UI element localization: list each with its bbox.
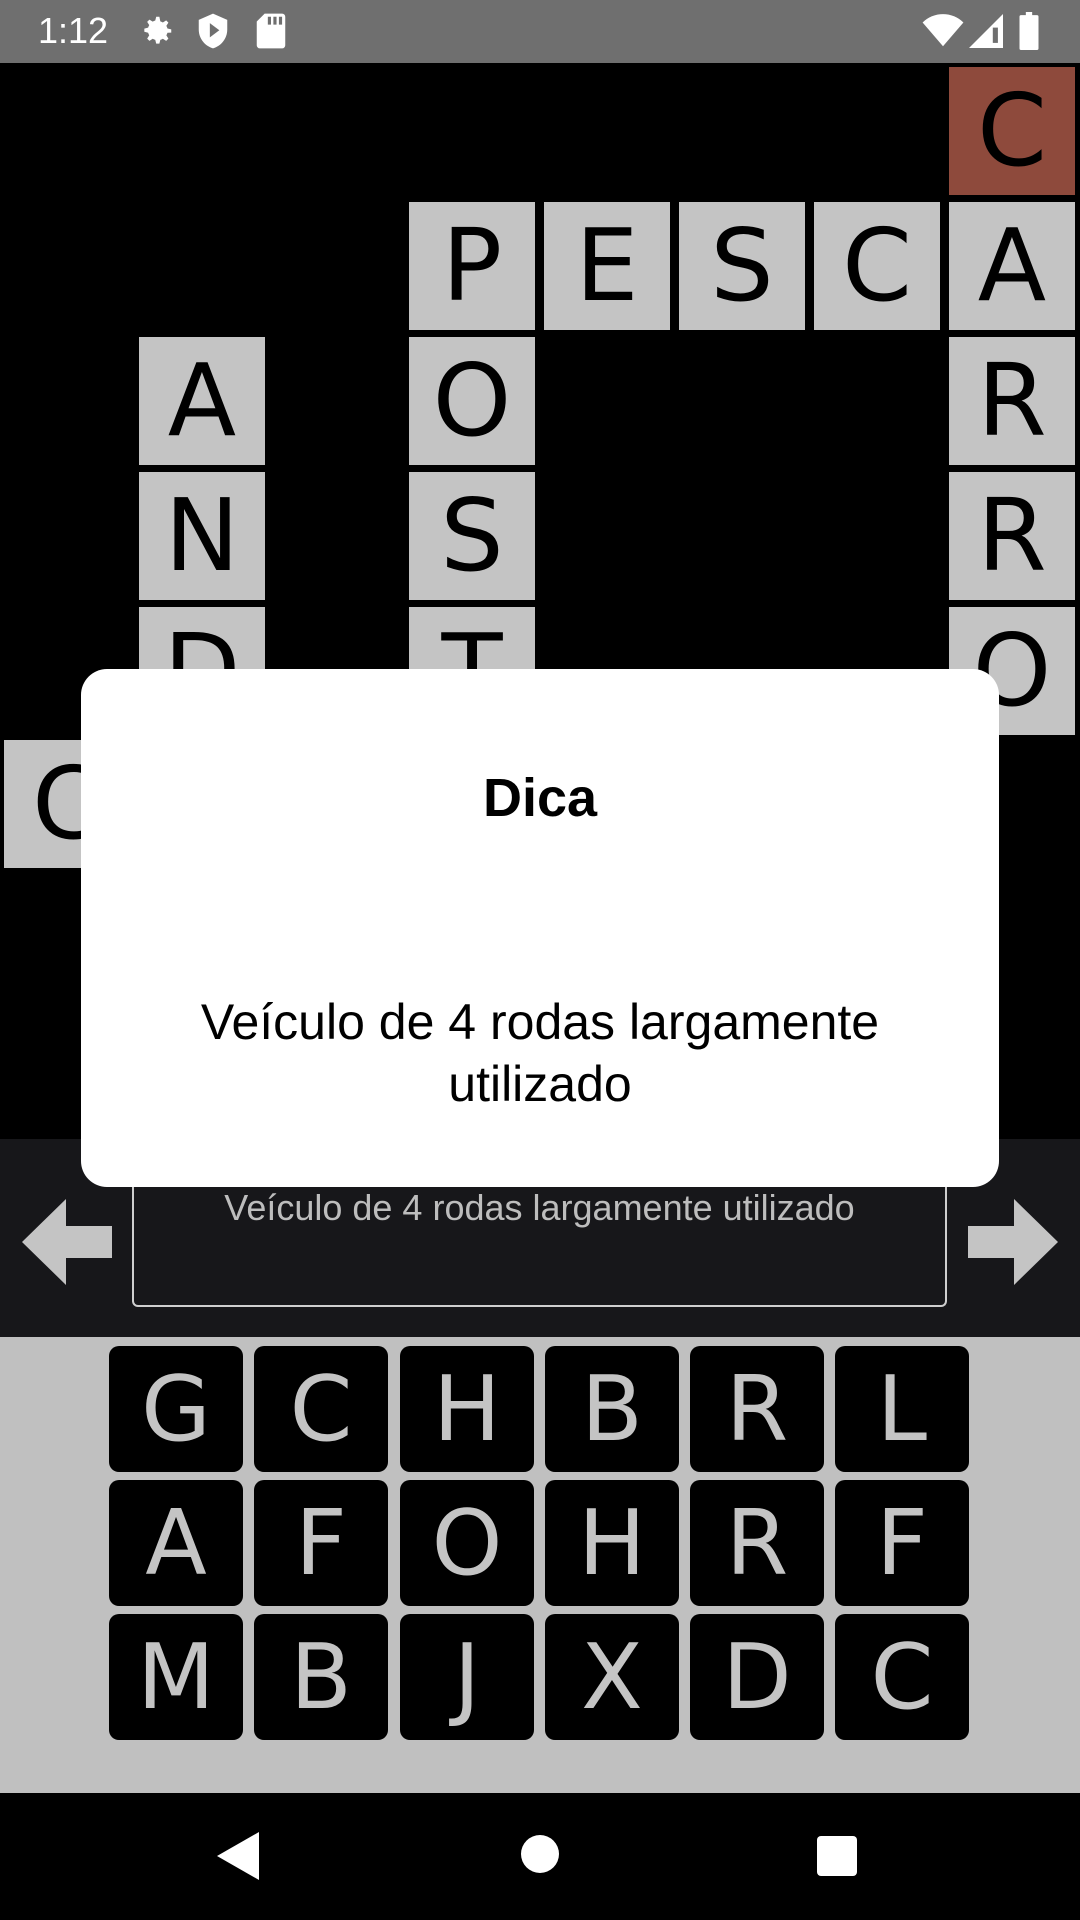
crossword-cell[interactable]: R: [949, 337, 1075, 465]
letter-key[interactable]: C: [835, 1614, 969, 1740]
home-icon[interactable]: [520, 1834, 560, 1878]
crossword-cell[interactable]: R: [949, 472, 1075, 600]
dialog-title: Dica: [482, 768, 598, 828]
wifi-icon: [922, 14, 964, 52]
letter-key[interactable]: B: [254, 1614, 388, 1740]
letter-key[interactable]: B: [545, 1346, 679, 1472]
letter-key[interactable]: O: [400, 1480, 534, 1606]
letter-key[interactable]: F: [835, 1480, 969, 1606]
crossword-cell[interactable]: A: [949, 202, 1075, 330]
letter-key[interactable]: L: [835, 1346, 969, 1472]
sd-card-icon: [256, 12, 286, 54]
arrow-left-icon[interactable]: [22, 1199, 112, 1289]
hint-dialog[interactable]: Dica Veículo de 4 rodas largamente utili…: [81, 669, 999, 1187]
shield-play-icon: [196, 12, 230, 54]
letter-key[interactable]: H: [400, 1346, 534, 1472]
back-icon[interactable]: [217, 1832, 259, 1884]
letter-key[interactable]: M: [109, 1614, 243, 1740]
crossword-cell[interactable]: O: [409, 337, 535, 465]
crossword-cell[interactable]: S: [409, 472, 535, 600]
crossword-cell[interactable]: C: [814, 202, 940, 330]
letter-key[interactable]: F: [254, 1480, 388, 1606]
hint-text: Veículo de 4 rodas largamente utilizado: [224, 1187, 855, 1228]
crossword-cell[interactable]: N: [139, 472, 265, 600]
navigation-bar: [0, 1793, 1080, 1920]
letter-key[interactable]: R: [690, 1346, 824, 1472]
letter-key[interactable]: G: [109, 1346, 243, 1472]
letter-key[interactable]: R: [690, 1480, 824, 1606]
crossword-cell[interactable]: E: [544, 202, 670, 330]
arrow-right-icon[interactable]: [968, 1199, 1058, 1289]
letter-key[interactable]: H: [545, 1480, 679, 1606]
dialog-message: Veículo de 4 rodas largamente utilizado: [200, 994, 880, 1112]
crossword-cell-selected[interactable]: C: [949, 67, 1075, 195]
crossword-cell[interactable]: S: [679, 202, 805, 330]
letter-key[interactable]: C: [254, 1346, 388, 1472]
letter-key[interactable]: D: [690, 1614, 824, 1740]
letter-key[interactable]: J: [400, 1614, 534, 1740]
letter-key[interactable]: X: [545, 1614, 679, 1740]
status-bar: 1:12: [0, 0, 1080, 63]
crossword-cell[interactable]: A: [139, 337, 265, 465]
settings-icon: [138, 12, 176, 54]
recents-icon[interactable]: [817, 1836, 857, 1880]
signal-icon: [968, 14, 1004, 52]
letter-keyboard: G C H B R L A F O H R F M B J X D C: [0, 1337, 1080, 1793]
status-time: 1:12: [38, 10, 109, 51]
crossword-cell[interactable]: P: [409, 202, 535, 330]
battery-icon: [1018, 12, 1040, 54]
letter-key[interactable]: A: [109, 1480, 243, 1606]
